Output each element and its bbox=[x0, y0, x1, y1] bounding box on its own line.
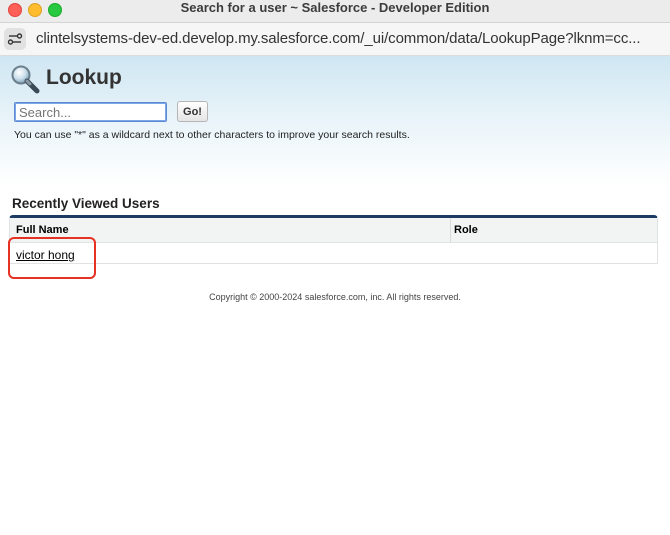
column-header-full-name[interactable]: Full Name bbox=[16, 224, 69, 236]
results-table: Full Name Role victor hong bbox=[9, 215, 658, 264]
url-field[interactable]: clintelsystems-dev-ed.develop.my.salesfo… bbox=[36, 30, 641, 47]
window-title: Search for a user ~ Salesforce - Develop… bbox=[180, 0, 490, 15]
magnifier-icon bbox=[10, 64, 42, 94]
column-divider bbox=[450, 218, 451, 242]
page-title: Lookup bbox=[46, 66, 122, 89]
address-bar: clintelsystems-dev-ed.develop.my.salesfo… bbox=[0, 23, 670, 56]
section-title: Recently Viewed Users bbox=[12, 196, 160, 211]
highlight-box bbox=[8, 237, 96, 279]
lookup-page: Lookup Go! You can use "*" as a wildcard… bbox=[0, 56, 670, 535]
go-button[interactable]: Go! bbox=[177, 101, 208, 122]
wildcard-hint: You can use "*" as a wildcard next to ot… bbox=[14, 129, 410, 141]
site-settings-icon[interactable] bbox=[4, 28, 26, 50]
column-header-role[interactable]: Role bbox=[454, 224, 478, 236]
copyright-footer: Copyright © 2000-2024 salesforce.com, in… bbox=[209, 292, 461, 302]
table-header-row: Full Name Role bbox=[10, 218, 657, 243]
search-input[interactable] bbox=[14, 102, 167, 122]
window-title-bar: Search for a user ~ Salesforce - Develop… bbox=[0, 0, 670, 23]
